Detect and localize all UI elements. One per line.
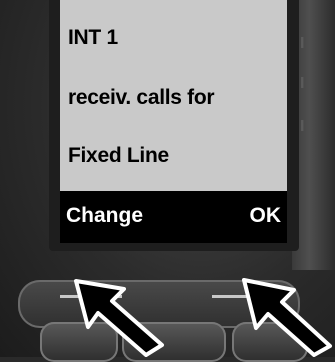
softkey-left-label: Change xyxy=(66,204,144,227)
background-text-fragment: I xyxy=(300,118,305,135)
background-text-fragment: I xyxy=(300,35,305,52)
display-line-3: Fixed Line xyxy=(68,144,169,167)
background-text-fragment: I xyxy=(300,75,305,92)
arrow-pointing-right-softkey-icon xyxy=(242,278,332,357)
handset-display: INT 1 receiv. calls for Fixed Line Chang… xyxy=(60,0,287,243)
softkey-right-label: OK xyxy=(249,204,282,227)
display-line-1: INT 1 xyxy=(68,26,118,49)
display-line-2: receiv. calls for xyxy=(68,86,215,109)
softkey-label-bar: Change OK xyxy=(60,191,287,243)
arrow-pointing-left-softkey-icon xyxy=(74,279,164,357)
